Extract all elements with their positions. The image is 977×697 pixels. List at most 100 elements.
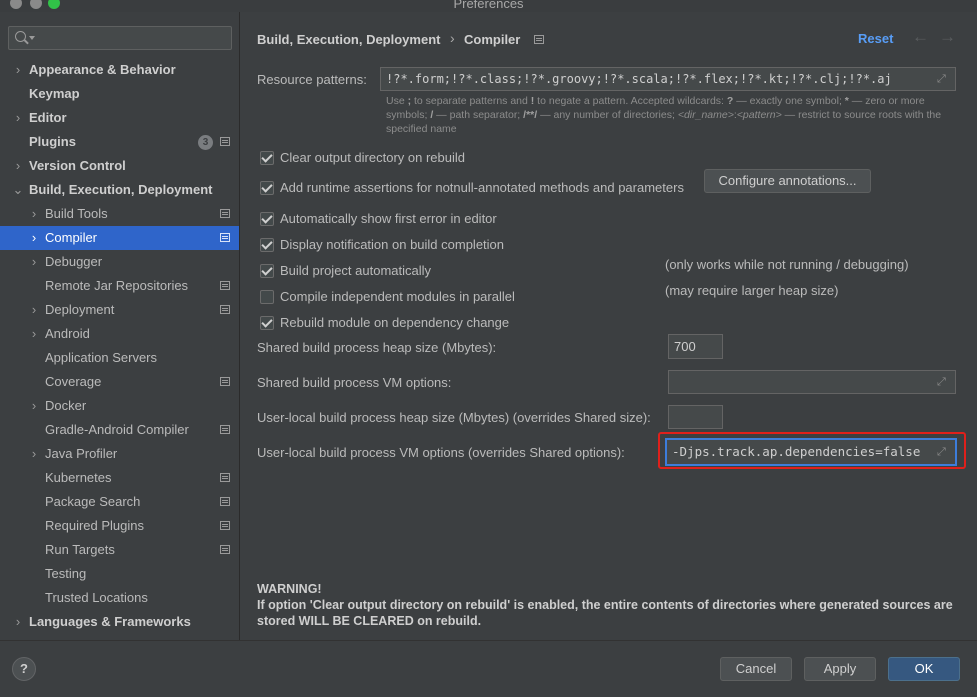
display-notification-on-build-completion-label[interactable]: Display notification on build completion bbox=[280, 237, 504, 252]
chevron-down-icon[interactable]: ⌄ bbox=[12, 178, 24, 202]
sidebar-item-gradle-android-compiler[interactable]: Gradle-Android Compiler bbox=[0, 418, 239, 442]
sidebar-item-label: Appearance & Behavior bbox=[29, 62, 176, 77]
sidebar-item-debugger[interactable]: › Debugger bbox=[0, 250, 239, 274]
build-project-automatically-label[interactable]: Build project automatically bbox=[280, 263, 431, 278]
settings-sidebar: › Appearance & Behavior Keymap › Editor Plugi… bbox=[0, 12, 240, 640]
compile-independent-modules-in-parallel-label[interactable]: Compile independent modules in parallel bbox=[280, 289, 515, 304]
sidebar-item-label: Build, Execution, Deployment bbox=[29, 182, 213, 197]
chevron-right-icon[interactable]: › bbox=[28, 250, 40, 274]
sidebar-item-label: Java Profiler bbox=[45, 446, 118, 461]
chevron-right-icon[interactable]: › bbox=[12, 58, 24, 82]
sidebar-item-docker[interactable]: › Docker bbox=[0, 394, 239, 418]
user-heap-input[interactable] bbox=[668, 405, 723, 429]
resource-patterns-field[interactable]: !?*.form;!?*.class;!?*.groovy;!?*.scala;… bbox=[380, 67, 956, 91]
warning-title: WARNING! bbox=[257, 582, 322, 596]
chevron-right-icon[interactable]: › bbox=[28, 298, 40, 322]
project-scope-icon bbox=[220, 521, 230, 530]
chevron-right-icon[interactable]: › bbox=[12, 154, 24, 178]
configure-annotations-button[interactable]: Configure annotations... bbox=[704, 169, 871, 193]
shared-vm-options-field[interactable]: ⤢ bbox=[668, 370, 956, 394]
sidebar-item-label: Application Servers bbox=[45, 350, 157, 365]
sidebar-item-testing[interactable]: Testing bbox=[0, 562, 239, 586]
sidebar-item-label: Kubernetes bbox=[45, 470, 112, 485]
compile-independent-modules-in-parallel-checkbox[interactable] bbox=[260, 290, 274, 304]
user-vm-options-label: User-local build process VM options (ove… bbox=[257, 445, 625, 460]
settings-search-input[interactable] bbox=[8, 26, 232, 50]
warning-text: If option 'Clear output directory on reb… bbox=[257, 598, 953, 628]
window-title: Preferences bbox=[453, 0, 524, 11]
sidebar-item-keymap[interactable]: Keymap bbox=[0, 82, 239, 106]
forward-arrow-icon[interactable]: → bbox=[939, 27, 956, 47]
sidebar-item-run-targets[interactable]: Run Targets bbox=[0, 538, 239, 562]
sidebar-item-label: Build Tools bbox=[45, 206, 108, 221]
shared-heap-input[interactable]: 700 bbox=[668, 334, 723, 359]
sidebar-item-label: Package Search bbox=[45, 494, 141, 509]
sidebar-item-label: Keymap bbox=[29, 86, 80, 101]
sidebar-item-coverage[interactable]: Coverage bbox=[0, 370, 239, 394]
parallel-compile-note: (may require larger heap size) bbox=[665, 283, 839, 298]
add-runtime-assertions-for-notnull-annotated-methods-and-parameters-label[interactable]: Add runtime assertions for notnull-annot… bbox=[280, 180, 684, 195]
sidebar-item-kubernetes[interactable]: Kubernetes bbox=[0, 466, 239, 490]
apply-button[interactable]: Apply bbox=[804, 657, 876, 681]
clear-output-directory-on-rebuild-checkbox[interactable] bbox=[260, 151, 274, 165]
search-options-chevron-icon[interactable] bbox=[29, 36, 35, 40]
sidebar-item-label: Deployment bbox=[45, 302, 115, 317]
expand-icon[interactable]: ⤢ bbox=[937, 376, 949, 388]
shared-vm-options-label: Shared build process VM options: bbox=[257, 375, 452, 390]
chevron-right-icon[interactable]: › bbox=[28, 322, 40, 346]
back-arrow-icon[interactable]: ← bbox=[912, 27, 929, 47]
sidebar-item-version-control[interactable]: › Version Control bbox=[0, 154, 239, 178]
sidebar-item-package-search[interactable]: Package Search bbox=[0, 490, 239, 514]
project-scope-icon bbox=[220, 305, 230, 314]
sidebar-item-remote-jar-repositories[interactable]: Remote Jar Repositories bbox=[0, 274, 239, 298]
sidebar-item-application-servers[interactable]: Application Servers bbox=[0, 346, 239, 370]
chevron-right-icon[interactable]: › bbox=[28, 226, 40, 250]
sidebar-item-label: Debugger bbox=[45, 254, 103, 269]
rebuild-module-on-dependency-change-label[interactable]: Rebuild module on dependency change bbox=[280, 315, 509, 330]
sidebar-item-label: Languages & Frameworks bbox=[29, 614, 191, 629]
breadcrumb-parent[interactable]: Build, Execution, Deployment bbox=[257, 32, 440, 47]
build-project-automatically-checkbox[interactable] bbox=[260, 264, 274, 278]
reset-link[interactable]: Reset bbox=[858, 31, 893, 46]
title-bar: Preferences bbox=[0, 0, 977, 12]
sidebar-item-label: Gradle-Android Compiler bbox=[45, 422, 189, 437]
sidebar-item-label: Trusted Locations bbox=[45, 590, 148, 605]
sidebar-item-label: Editor bbox=[29, 110, 67, 125]
sidebar-item-appearance-behavior[interactable]: › Appearance & Behavior bbox=[0, 58, 239, 82]
chevron-right-icon[interactable]: › bbox=[28, 394, 40, 418]
sidebar-item-label: Docker bbox=[45, 398, 87, 413]
project-scope-icon bbox=[220, 281, 230, 290]
shared-heap-label: Shared build process heap size (Mbytes): bbox=[257, 340, 497, 355]
sidebar-item-build-tools[interactable]: › Build Tools bbox=[0, 202, 239, 226]
display-notification-on-build-completion-checkbox[interactable] bbox=[260, 238, 274, 252]
build-automatically-note: (only works while not running / debuggin… bbox=[665, 257, 909, 272]
sidebar-item-deployment[interactable]: › Deployment bbox=[0, 298, 239, 322]
sidebar-item-android[interactable]: › Android bbox=[0, 322, 239, 346]
user-heap-label: User-local build process heap size (Mbyt… bbox=[257, 410, 651, 425]
sidebar-item-java-profiler[interactable]: › Java Profiler bbox=[0, 442, 239, 466]
automatically-show-first-error-in-editor-label[interactable]: Automatically show first error in editor bbox=[280, 211, 497, 226]
ok-button[interactable]: OK bbox=[888, 657, 960, 681]
chevron-right-icon[interactable]: › bbox=[28, 202, 40, 226]
sidebar-item-compiler[interactable]: › Compiler bbox=[0, 226, 239, 250]
breadcrumb-separator-icon: › bbox=[450, 30, 455, 46]
search-icon bbox=[15, 31, 26, 42]
clear-output-directory-on-rebuild-label[interactable]: Clear output directory on rebuild bbox=[280, 150, 465, 165]
help-button[interactable]: ? bbox=[12, 657, 36, 681]
chevron-right-icon[interactable]: › bbox=[12, 106, 24, 130]
rebuild-module-on-dependency-change-checkbox[interactable] bbox=[260, 316, 274, 330]
sidebar-item-editor[interactable]: › Editor bbox=[0, 106, 239, 130]
sidebar-item-languages-frameworks[interactable]: › Languages & Frameworks bbox=[0, 610, 239, 634]
sidebar-item-build-execution-deployment[interactable]: ⌄ Build, Execution, Deployment bbox=[0, 178, 239, 202]
add-runtime-assertions-for-notnull-annotated-methods-and-parameters-checkbox[interactable] bbox=[260, 181, 274, 195]
project-scope-icon bbox=[220, 377, 230, 386]
sidebar-item-label: Remote Jar Repositories bbox=[45, 278, 189, 293]
chevron-right-icon[interactable]: › bbox=[12, 610, 24, 634]
sidebar-item-plugins[interactable]: Plugins 3 bbox=[0, 130, 239, 154]
sidebar-item-required-plugins[interactable]: Required Plugins bbox=[0, 514, 239, 538]
sidebar-item-trusted-locations[interactable]: Trusted Locations bbox=[0, 586, 239, 610]
cancel-button[interactable]: Cancel bbox=[720, 657, 792, 681]
expand-icon[interactable]: ⤢ bbox=[937, 73, 949, 85]
automatically-show-first-error-in-editor-checkbox[interactable] bbox=[260, 212, 274, 226]
chevron-right-icon[interactable]: › bbox=[28, 442, 40, 466]
